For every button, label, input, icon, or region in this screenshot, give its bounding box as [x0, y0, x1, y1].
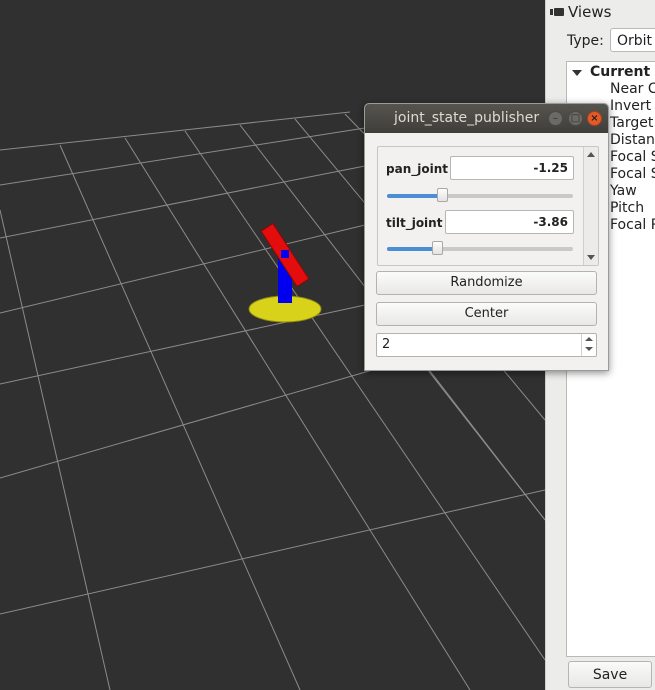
view-type-select[interactable]: Orbit — [610, 28, 655, 52]
tilt-joint-slider-fill — [387, 247, 438, 251]
tree-item[interactable]: Near C — [610, 81, 655, 97]
pan-joint-slider-fill — [387, 194, 443, 198]
sliders-scrollbar[interactable] — [583, 147, 598, 265]
tree-item[interactable]: Target — [610, 115, 653, 131]
pan-joint-value-field[interactable]: -1.25 — [450, 156, 574, 180]
save-button[interactable]: Save — [568, 661, 652, 688]
pan-joint-label: pan_joint — [386, 162, 448, 176]
pan-joint-slider[interactable] — [387, 188, 573, 202]
tree-header[interactable]: Current V — [590, 64, 655, 80]
spin-up-icon[interactable] — [585, 337, 593, 341]
columns-spinbox[interactable]: 2 — [376, 333, 597, 357]
pan-joint-slider-handle[interactable] — [437, 188, 449, 202]
robot-joint — [281, 250, 289, 258]
tree-item[interactable]: Focal P — [610, 217, 655, 233]
scroll-down-icon[interactable] — [587, 255, 595, 260]
spinbox-value[interactable]: 2 — [382, 337, 390, 352]
close-icon[interactable]: × — [587, 111, 602, 126]
minimize-icon[interactable]: – — [548, 111, 563, 126]
panel-title: Views — [568, 3, 612, 21]
randomize-button[interactable]: Randomize — [376, 271, 597, 295]
tree-item[interactable]: Focal S — [610, 149, 655, 165]
type-label: Type: — [567, 33, 604, 49]
tree-item[interactable]: Invert Z — [610, 98, 655, 114]
joint-state-publisher-window: joint_state_publisher – □ × pan_joint -1… — [364, 103, 609, 371]
window-titlebar[interactable]: joint_state_publisher – □ × — [365, 104, 608, 133]
joint-sliders-area: pan_joint -1.25 tilt_joint -3.86 — [377, 146, 599, 266]
tilt-joint-value-field[interactable]: -3.86 — [445, 210, 574, 234]
tree-item[interactable]: Focal S — [610, 166, 655, 182]
center-button[interactable]: Center — [376, 302, 597, 326]
tree-item[interactable]: Distanc — [610, 132, 655, 148]
spinbox-buttons[interactable] — [581, 334, 596, 356]
scroll-up-icon[interactable] — [587, 152, 595, 157]
tilt-joint-label: tilt_joint — [386, 216, 443, 230]
tree-item[interactable]: Yaw — [610, 183, 637, 199]
spin-down-icon[interactable] — [585, 347, 593, 351]
expand-arrow-icon[interactable] — [572, 70, 582, 76]
maximize-icon[interactable]: □ — [568, 111, 583, 126]
tilt-joint-slider-handle[interactable] — [431, 241, 443, 255]
tilt-joint-slider[interactable] — [387, 241, 573, 255]
camera-icon — [550, 8, 564, 16]
tree-item[interactable]: Pitch — [610, 200, 644, 216]
window-title: joint_state_publisher — [394, 110, 540, 126]
